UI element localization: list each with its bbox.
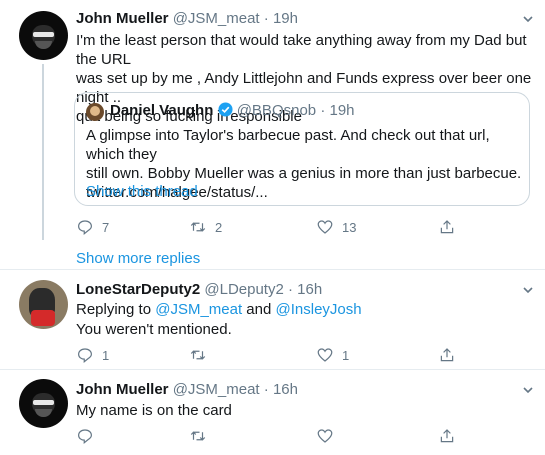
timestamp[interactable]: 16h bbox=[273, 381, 298, 398]
avatar bbox=[86, 103, 104, 121]
mention-insleyjosh[interactable]: @InsleyJosh bbox=[276, 301, 362, 318]
thread-line bbox=[42, 64, 44, 240]
like-count: 1 bbox=[342, 347, 350, 363]
tweet-text: You weren't mentioned. bbox=[76, 321, 232, 338]
tweet-lonestardeputy2[interactable]: LoneStarDeputy2 @LDeputy2 · 16h Replying… bbox=[0, 270, 545, 370]
avatar[interactable] bbox=[19, 11, 68, 60]
timestamp[interactable]: 16h bbox=[297, 281, 322, 298]
quoted-timestamp: 19h bbox=[329, 102, 355, 119]
share-button[interactable] bbox=[438, 427, 456, 445]
mention-jsm-meat[interactable]: @JSM_meat bbox=[155, 301, 242, 318]
author-handle[interactable]: @JSM_meat bbox=[173, 10, 260, 27]
reply-icon bbox=[78, 429, 92, 445]
heart-icon bbox=[317, 348, 333, 362]
author-name[interactable]: John Mueller bbox=[76, 10, 169, 27]
share-icon bbox=[440, 429, 454, 443]
author-handle[interactable]: @JSM_meat bbox=[173, 381, 260, 398]
timestamp[interactable]: 19h bbox=[273, 10, 298, 27]
reply-count: 7 bbox=[102, 219, 110, 235]
retweet-icon bbox=[190, 222, 206, 232]
author-name[interactable]: LoneStarDeputy2 bbox=[76, 281, 200, 298]
heart-icon bbox=[317, 429, 333, 443]
quoted-tweet[interactable]: Daniel Vaughn @BBQsnob · 19h A glimpse i… bbox=[74, 92, 530, 206]
like-count: 13 bbox=[342, 219, 357, 235]
verified-badge-icon bbox=[218, 102, 233, 117]
reply-icon bbox=[78, 348, 92, 364]
retweet-button[interactable]: 2 bbox=[189, 218, 222, 236]
quoted-author-handle: @BBQsnob bbox=[236, 102, 317, 119]
share-icon bbox=[440, 220, 454, 234]
retweet-icon bbox=[190, 350, 206, 360]
tweet-john-mueller-1[interactable]: John Mueller @JSM_meat · 19h I'm the lea… bbox=[0, 0, 545, 240]
reply-icon bbox=[78, 220, 92, 236]
heart-icon bbox=[317, 220, 333, 234]
tweet-actions bbox=[76, 427, 536, 445]
retweet-button[interactable] bbox=[189, 427, 215, 445]
share-button[interactable] bbox=[438, 218, 456, 236]
chevron-down-icon[interactable] bbox=[521, 383, 535, 397]
like-button[interactable]: 1 bbox=[316, 346, 349, 364]
reply-count: 1 bbox=[102, 347, 110, 363]
reply-button[interactable] bbox=[76, 427, 102, 445]
quoted-author-name: Daniel Vaughn bbox=[110, 102, 214, 119]
author-handle[interactable]: @LDeputy2 bbox=[204, 281, 283, 298]
avatar[interactable] bbox=[19, 379, 68, 428]
chevron-down-icon[interactable] bbox=[521, 283, 535, 297]
show-more-replies-link[interactable]: Show more replies bbox=[76, 250, 200, 267]
retweet-button[interactable] bbox=[189, 346, 215, 364]
retweet-count: 2 bbox=[215, 219, 223, 235]
share-icon bbox=[440, 348, 454, 362]
like-button[interactable] bbox=[316, 427, 342, 445]
like-button[interactable]: 13 bbox=[316, 218, 356, 236]
tweet-actions: 7 2 13 bbox=[76, 218, 536, 236]
retweet-icon bbox=[190, 431, 206, 441]
share-button[interactable] bbox=[438, 346, 456, 364]
chevron-down-icon[interactable] bbox=[521, 12, 535, 26]
author-name[interactable]: John Mueller bbox=[76, 381, 169, 398]
reply-button[interactable]: 7 bbox=[76, 218, 109, 236]
show-this-thread-link[interactable]: Show this thread bbox=[86, 182, 198, 201]
avatar[interactable] bbox=[19, 280, 68, 329]
tweet-text: My name is on the card bbox=[76, 402, 232, 419]
replying-to: Replying to @JSM_meat and @InsleyJosh bbox=[76, 301, 362, 318]
reply-button[interactable]: 1 bbox=[76, 346, 109, 364]
tweet-actions: 1 1 bbox=[76, 346, 536, 364]
tweet-john-mueller-2[interactable]: John Mueller @JSM_meat · 16h My name is … bbox=[0, 370, 545, 455]
